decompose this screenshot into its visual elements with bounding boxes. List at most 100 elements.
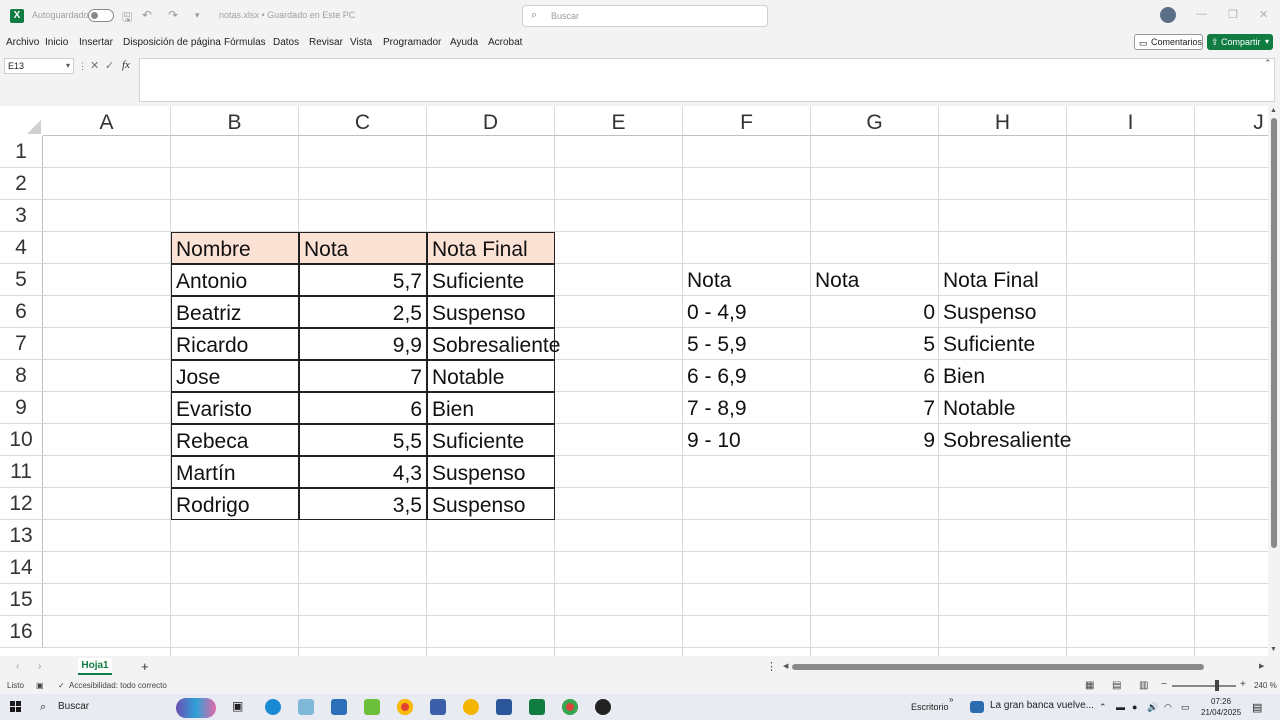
next-sheet-icon[interactable]: › — [38, 661, 41, 672]
menu-formulas[interactable]: Fórmulas — [224, 37, 266, 48]
record-icon[interactable]: ● — [1132, 702, 1137, 712]
menu-datos[interactable]: Datos — [273, 37, 299, 48]
page-layout-icon[interactable]: ▤ — [1112, 680, 1121, 691]
avatar[interactable] — [1160, 7, 1176, 23]
row-header-4[interactable]: 4 — [0, 232, 43, 264]
table1-cell[interactable]: 5,7 — [299, 264, 427, 296]
row-header-15[interactable]: 15 — [0, 584, 43, 616]
collapse-formula-bar-icon[interactable]: ⌃ — [1264, 58, 1272, 69]
column-header-h[interactable]: H — [939, 106, 1067, 136]
table1-cell[interactable]: Ricardo — [171, 328, 299, 360]
table1-cell[interactable]: 5,5 — [299, 424, 427, 456]
column-header-e[interactable]: E — [555, 106, 683, 136]
zoom-level[interactable]: 240 % — [1254, 681, 1277, 690]
scroll-left-icon[interactable]: ◀ — [783, 662, 788, 670]
menu-programador[interactable]: Programador — [383, 37, 441, 48]
chrome-icon[interactable] — [397, 699, 413, 715]
table2-cell[interactable]: 5 - 5,9 — [683, 328, 811, 360]
column-header-a[interactable]: A — [43, 106, 171, 136]
windows-start-icon[interactable] — [10, 701, 22, 713]
column-header-i[interactable]: I — [1067, 106, 1195, 136]
restore-icon[interactable]: ❐ — [1228, 8, 1238, 21]
table2-cell[interactable]: 6 - 6,9 — [683, 360, 811, 392]
add-sheet-icon[interactable]: + — [141, 659, 149, 674]
table1-header-cell[interactable]: Nota Final — [427, 232, 555, 264]
table1-cell[interactable]: Suficiente — [427, 424, 555, 456]
edge-icon[interactable] — [265, 699, 281, 715]
obs-icon[interactable] — [595, 699, 611, 715]
table1-cell[interactable]: Bien — [427, 392, 555, 424]
row-header-12[interactable]: 12 — [0, 488, 43, 520]
clock[interactable]: 07:26 21/04/2025 — [1201, 696, 1241, 718]
store-icon[interactable] — [331, 699, 347, 715]
undo-icon[interactable]: ↶ — [142, 8, 152, 22]
redo-icon[interactable]: ↷ — [168, 8, 178, 22]
enter-icon[interactable]: ✓ — [105, 59, 114, 72]
name-box[interactable]: E13 ▾ — [4, 58, 74, 74]
more-icon[interactable]: ⋮ — [766, 660, 777, 673]
remote-desktop-icon[interactable] — [430, 699, 446, 715]
row-header-10[interactable]: 10 — [0, 424, 43, 456]
prev-sheet-icon[interactable]: ‹ — [16, 661, 19, 672]
menu-disposicion[interactable]: Disposición de página — [123, 37, 221, 48]
row-header-8[interactable]: 8 — [0, 360, 43, 392]
menu-inicio[interactable]: Inicio — [45, 37, 68, 48]
taskbar-search[interactable]: ⌕ Buscar — [34, 696, 219, 718]
table1-cell[interactable]: Beatriz — [171, 296, 299, 328]
table2-cell[interactable]: 0 - 4,9 — [683, 296, 811, 328]
row-header-16[interactable]: 16 — [0, 616, 43, 648]
tray-chevron-icon[interactable]: ⌃ — [1099, 702, 1107, 713]
save-icon[interactable]: 🖫 — [122, 8, 132, 29]
row-header-5[interactable]: 5 — [0, 264, 43, 296]
table2-cell[interactable]: 9 - 10 — [683, 424, 811, 456]
column-header-d[interactable]: D — [427, 106, 555, 136]
column-header-g[interactable]: G — [811, 106, 939, 136]
more-options-icon[interactable]: ⋮ — [78, 61, 87, 72]
menu-vista[interactable]: Vista — [350, 37, 372, 48]
autosave-toggle[interactable] — [88, 9, 114, 22]
accessibility-status[interactable]: Accesibilidad: todo correcto — [69, 681, 167, 690]
table1-cell[interactable]: Suficiente — [427, 264, 555, 296]
table1-cell[interactable]: Suspenso — [427, 488, 555, 520]
zoom-slider-knob[interactable] — [1215, 680, 1219, 691]
table1-cell[interactable]: Jose — [171, 360, 299, 392]
table1-header-cell[interactable]: Nombre — [171, 232, 299, 264]
table2-cell[interactable]: Suspenso — [939, 296, 1067, 328]
menu-archivo[interactable]: Archivo — [6, 37, 39, 48]
table2-cell[interactable]: 7 - 8,9 — [683, 392, 811, 424]
normal-view-icon[interactable]: ▦ — [1085, 680, 1094, 691]
table2-header-cell[interactable]: Nota Final — [939, 264, 1067, 296]
search-box[interactable]: ⌕ Buscar — [522, 5, 768, 27]
selected-cell[interactable] — [555, 520, 683, 552]
vertical-scroll-thumb[interactable] — [1271, 118, 1277, 548]
chrome-profile-icon[interactable] — [562, 699, 578, 715]
table1-cell[interactable]: Evaristo — [171, 392, 299, 424]
tray-app-icon[interactable]: ▬ — [1116, 702, 1125, 712]
wifi-icon[interactable]: ◠ — [1164, 702, 1172, 713]
column-header-f[interactable]: F — [683, 106, 811, 136]
menu-ayuda[interactable]: Ayuda — [450, 37, 478, 48]
zoom-in-icon[interactable]: + — [1240, 679, 1246, 690]
table1-cell[interactable]: 3,5 — [299, 488, 427, 520]
row-header-6[interactable]: 6 — [0, 296, 43, 328]
horizontal-scroll-thumb[interactable] — [792, 664, 1204, 670]
desktop-chevron-icon[interactable]: » — [949, 695, 953, 704]
table1-cell[interactable]: Sobresaliente — [427, 328, 560, 360]
column-header-b[interactable]: B — [171, 106, 299, 136]
table1-cell[interactable]: Rodrigo — [171, 488, 299, 520]
table1-cell[interactable]: 7 — [299, 360, 427, 392]
zoom-slider[interactable] — [1172, 685, 1236, 687]
menu-acrobat[interactable]: Acrobat — [488, 37, 522, 48]
menu-insertar[interactable]: Insertar — [79, 37, 113, 48]
table2-cell[interactable]: 0 — [811, 296, 939, 328]
table1-header-cell[interactable]: Nota — [299, 232, 427, 264]
macro-icon[interactable]: ▣ — [36, 681, 44, 690]
table2-cell[interactable]: Bien — [939, 360, 1067, 392]
row-header-11[interactable]: 11 — [0, 456, 43, 488]
quick-access-dropdown-icon[interactable]: ▾ — [195, 10, 200, 21]
column-header-c[interactable]: C — [299, 106, 427, 136]
select-all-corner[interactable] — [0, 106, 43, 136]
vertical-scrollbar[interactable]: ▲ ▼ — [1268, 106, 1280, 656]
minimize-icon[interactable]: — — [1196, 8, 1207, 20]
table1-cell[interactable]: Martín — [171, 456, 299, 488]
